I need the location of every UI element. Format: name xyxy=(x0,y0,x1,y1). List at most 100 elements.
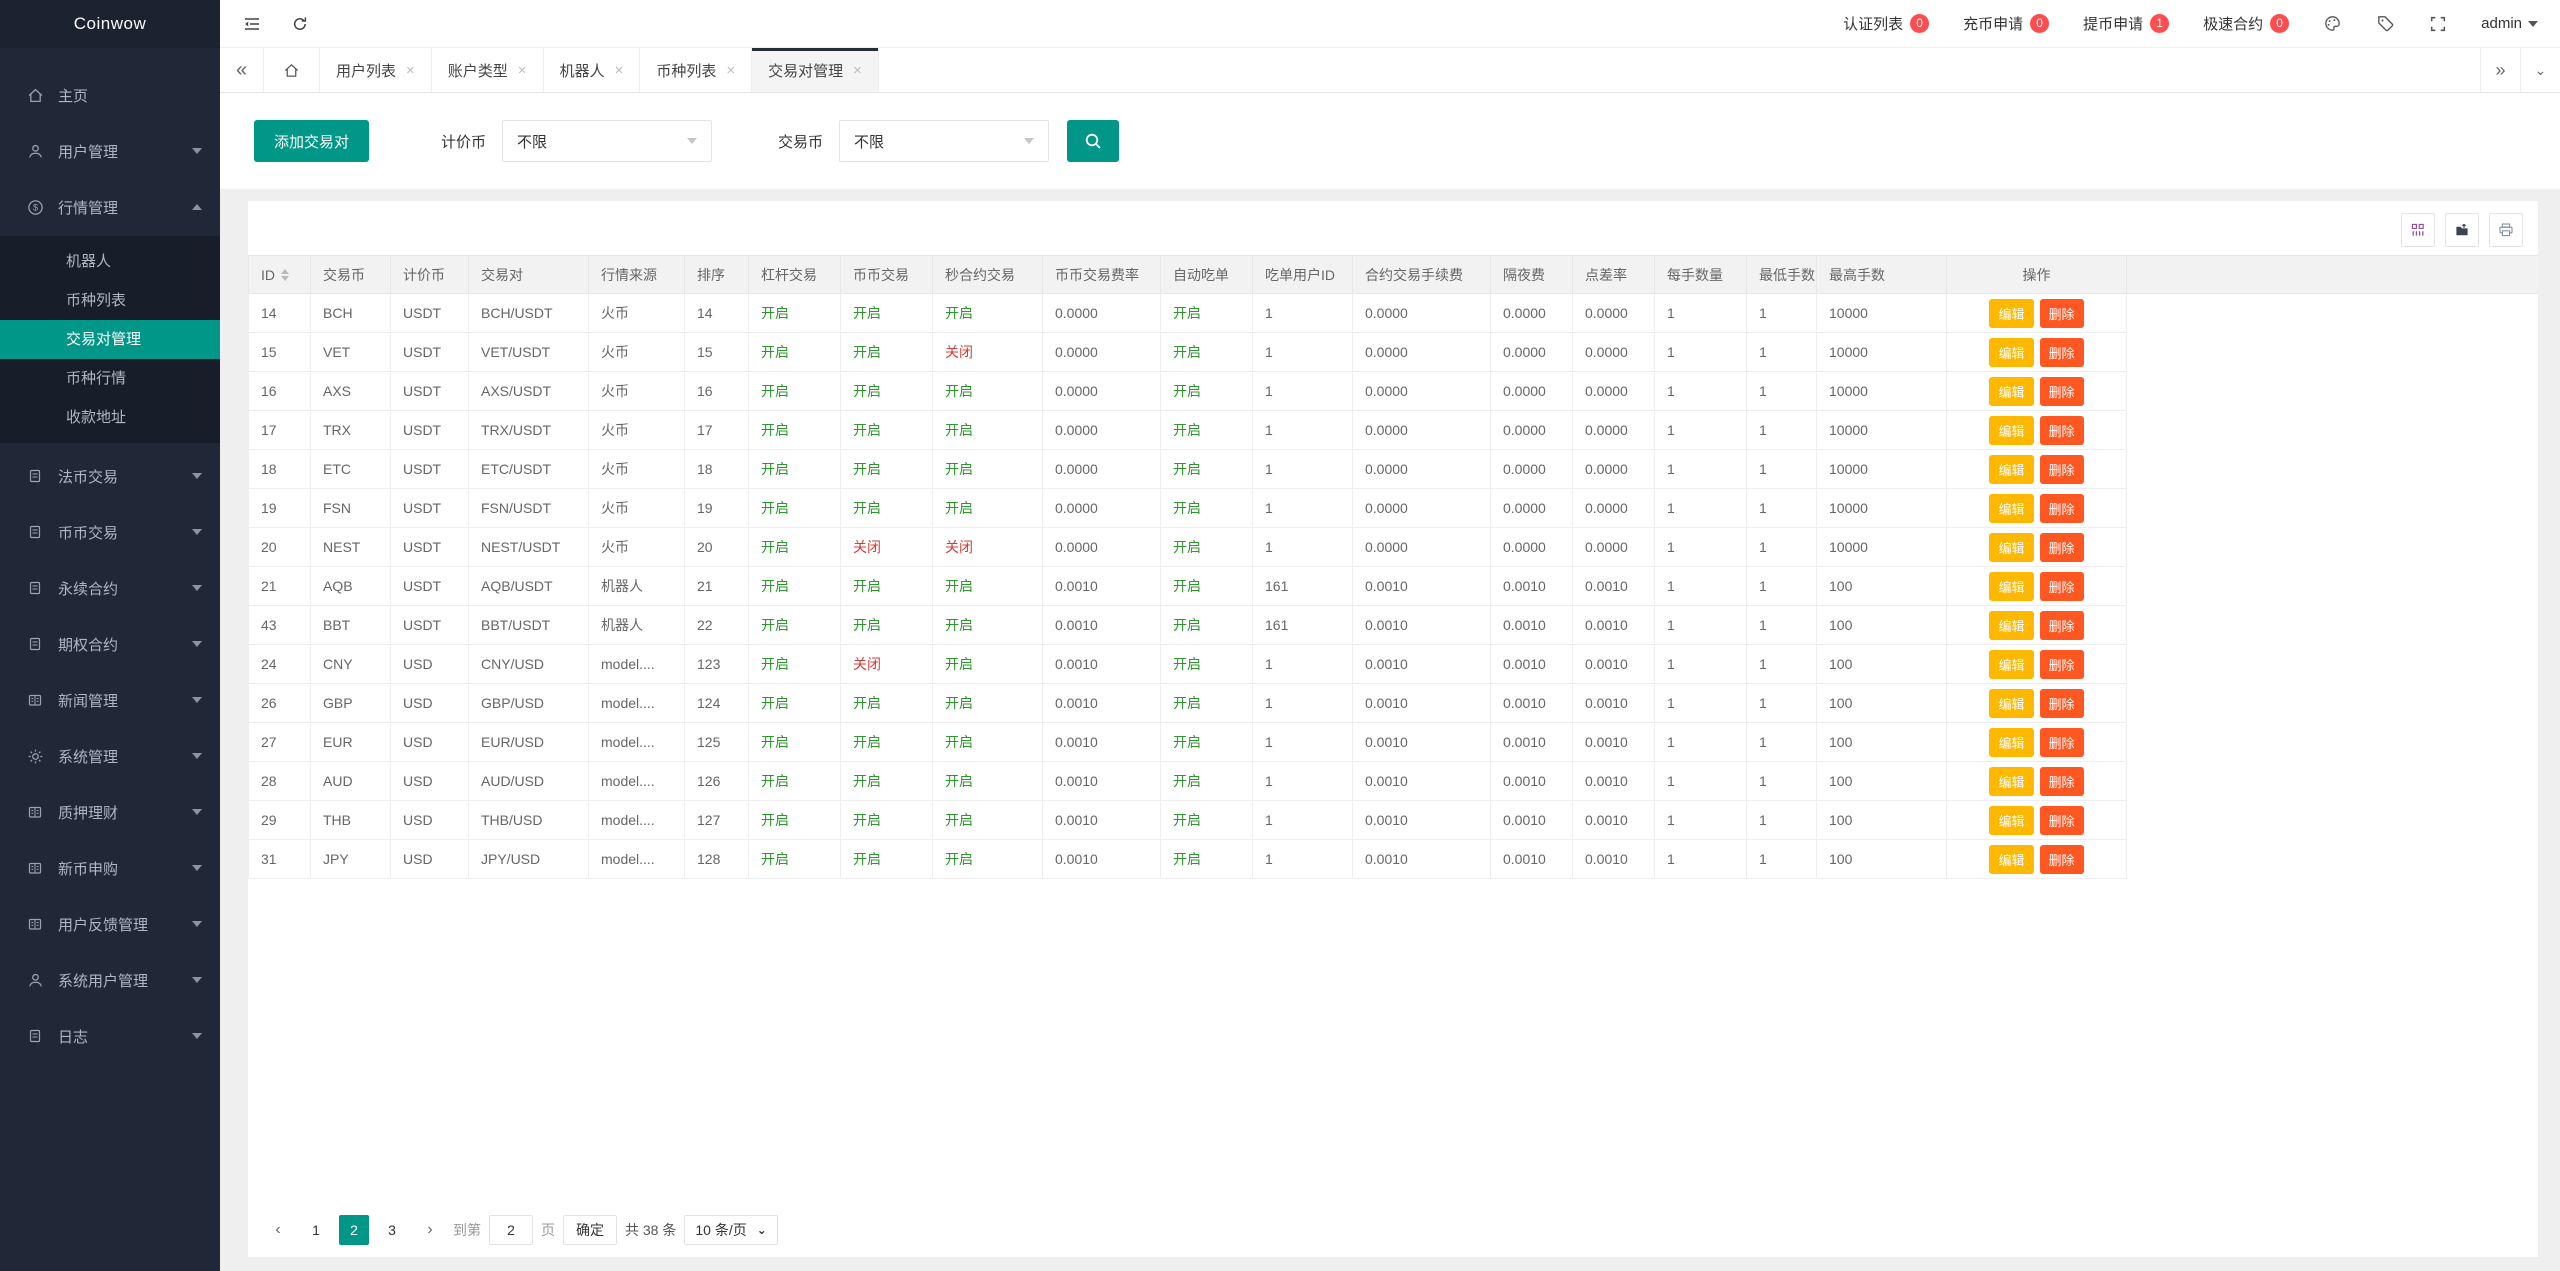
edit-button[interactable]: 编辑 xyxy=(1989,376,2034,406)
delete-button[interactable]: 删除 xyxy=(2039,298,2084,328)
edit-button[interactable]: 编辑 xyxy=(1989,610,2034,640)
page-button-1[interactable]: 1 xyxy=(301,1215,331,1245)
edit-button[interactable]: 编辑 xyxy=(1989,688,2034,718)
page-button-3[interactable]: 3 xyxy=(377,1215,407,1245)
delete-button[interactable]: 删除 xyxy=(2039,454,2084,484)
delete-button[interactable]: 删除 xyxy=(2039,571,2084,601)
sidebar-subitem[interactable]: 币种行情 xyxy=(0,359,220,398)
topbar-badge-item[interactable]: 提币申请 1 xyxy=(2083,13,2170,34)
close-icon[interactable]: × xyxy=(853,62,862,79)
edit-button[interactable]: 编辑 xyxy=(1989,454,2034,484)
sidebar-item-13[interactable]: 日志 xyxy=(0,1013,220,1059)
topbar-badge-item[interactable]: 充币申请 0 xyxy=(1963,13,2050,34)
sidebar-item-12[interactable]: 系统用户管理 xyxy=(0,957,220,1003)
sidebar-item-8[interactable]: 系统管理 xyxy=(0,733,220,779)
edit-button[interactable]: 编辑 xyxy=(1989,727,2034,757)
sidebar-subitem[interactable]: 收款地址 xyxy=(0,398,220,437)
tab-交易对管理[interactable]: 交易对管理 × xyxy=(752,48,879,92)
delete-button[interactable]: 删除 xyxy=(2039,610,2084,640)
sidebar-subitem[interactable]: 机器人 xyxy=(0,242,220,281)
user-icon xyxy=(26,142,44,160)
delete-button[interactable]: 删除 xyxy=(2039,493,2084,523)
sidebar-item-label: 永续合约 xyxy=(58,580,119,598)
table-header-row: ID 交易币 计价币 交易对 行情来源 排序 杠杆交易 币币交易 秒合约交易 币币交易费率 自动吃单… xyxy=(248,255,2538,294)
refresh-icon[interactable] xyxy=(280,0,320,48)
tab-账户类型[interactable]: 账户类型 × xyxy=(431,48,544,92)
close-icon[interactable]: × xyxy=(615,62,624,79)
edit-button[interactable]: 编辑 xyxy=(1989,571,2034,601)
page-button-2[interactable]: 2 xyxy=(339,1215,369,1245)
sidebar-item-6[interactable]: 期权合约 xyxy=(0,621,220,667)
sidebar-item-2[interactable]: $ 行情管理 xyxy=(0,184,220,230)
tabs-scroll-left-icon[interactable]: « xyxy=(220,48,264,92)
edit-button[interactable]: 编辑 xyxy=(1989,298,2034,328)
jump-confirm-button[interactable]: 确定 xyxy=(563,1215,617,1245)
user-menu[interactable]: admin xyxy=(2481,15,2538,32)
columns-filter-button[interactable] xyxy=(2401,213,2435,247)
delete-button[interactable]: 删除 xyxy=(2039,727,2084,757)
sidebar-subitem[interactable]: 币种列表 xyxy=(0,281,220,320)
sidebar-item-11[interactable]: 用户反馈管理 xyxy=(0,901,220,947)
search-button[interactable] xyxy=(1067,120,1120,162)
delete-button[interactable]: 删除 xyxy=(2039,415,2084,445)
content: 添加交易对 计价币 不限 交易币 不限 ID 交易币 计价币 交易对 行情来源 … xyxy=(220,93,2560,1271)
export-button[interactable] xyxy=(2445,213,2479,247)
status-cell: 开启 xyxy=(1160,410,1253,450)
topbar-badge-item[interactable]: 极速合约 0 xyxy=(2203,13,2290,34)
tab-币种列表[interactable]: 币种列表 × xyxy=(640,48,753,92)
tag-icon[interactable] xyxy=(2376,14,2395,33)
edit-button[interactable]: 编辑 xyxy=(1989,844,2034,874)
status-cell: 开启 xyxy=(748,566,841,606)
sidebar-item-3[interactable]: 法币交易 xyxy=(0,453,220,499)
delete-button[interactable]: 删除 xyxy=(2039,376,2084,406)
edit-button[interactable]: 编辑 xyxy=(1989,532,2034,562)
delete-button[interactable]: 删除 xyxy=(2039,844,2084,874)
home-tab[interactable] xyxy=(264,48,320,92)
sidebar-subitem[interactable]: 交易对管理 xyxy=(0,320,220,359)
edit-button[interactable]: 编辑 xyxy=(1989,766,2034,796)
close-icon[interactable]: × xyxy=(518,62,527,79)
close-icon[interactable]: × xyxy=(726,62,735,79)
sidebar-item-4[interactable]: 币币交易 xyxy=(0,509,220,555)
edit-button[interactable]: 编辑 xyxy=(1989,337,2034,367)
base-coin-select[interactable]: 不限 xyxy=(839,120,1050,162)
jump-page-input[interactable] xyxy=(489,1215,533,1245)
close-icon[interactable]: × xyxy=(406,62,415,79)
sidebar-item-1[interactable]: 用户管理 xyxy=(0,128,220,174)
sidebar-item-7[interactable]: 新闻管理 xyxy=(0,677,220,723)
delete-button[interactable]: 删除 xyxy=(2039,805,2084,835)
fullscreen-icon[interactable] xyxy=(2429,15,2447,33)
edit-button[interactable]: 编辑 xyxy=(1989,805,2034,835)
next-page-icon[interactable]: › xyxy=(415,1215,445,1245)
tabs-scroll-right-icon[interactable]: » xyxy=(2480,48,2520,92)
edit-button[interactable]: 编辑 xyxy=(1989,415,2034,445)
sort-icon[interactable] xyxy=(281,268,289,281)
edit-button[interactable]: 编辑 xyxy=(1989,493,2034,523)
quote-coin-select[interactable]: 不限 xyxy=(502,120,713,162)
sidebar-item-10[interactable]: 新币申购 xyxy=(0,845,220,891)
collapse-menu-icon[interactable] xyxy=(232,0,272,48)
topbar-badge-item[interactable]: 认证列表 0 xyxy=(1843,13,1930,34)
delete-button[interactable]: 删除 xyxy=(2039,532,2084,562)
delete-button[interactable]: 删除 xyxy=(2039,649,2084,679)
sidebar-item-0[interactable]: 主页 xyxy=(0,72,220,118)
cell: 0.0010 xyxy=(1042,761,1161,801)
add-pair-button[interactable]: 添加交易对 xyxy=(254,120,370,162)
delete-button[interactable]: 删除 xyxy=(2039,688,2084,718)
delete-button[interactable]: 删除 xyxy=(2039,766,2084,796)
print-button[interactable] xyxy=(2489,213,2523,247)
sidebar-item-5[interactable]: 永续合约 xyxy=(0,565,220,611)
tab-机器人[interactable]: 机器人 × xyxy=(543,48,641,92)
cell: USDT xyxy=(390,566,469,606)
status-cell: 开启 xyxy=(748,722,841,762)
status-cell: 开启 xyxy=(840,449,933,489)
page-size-select[interactable]: 10 条/页 ⌄ xyxy=(684,1215,778,1245)
tabs-menu-icon[interactable]: ⌄ xyxy=(2520,48,2560,92)
delete-button[interactable]: 删除 xyxy=(2039,337,2084,367)
prev-page-icon[interactable]: ‹ xyxy=(263,1215,293,1245)
edit-button[interactable]: 编辑 xyxy=(1989,649,2034,679)
palette-icon[interactable] xyxy=(2323,14,2342,33)
sidebar-item-9[interactable]: 质押理财 xyxy=(0,789,220,835)
cell: 0.0000 xyxy=(1042,371,1161,411)
tab-用户列表[interactable]: 用户列表 × xyxy=(320,48,432,92)
